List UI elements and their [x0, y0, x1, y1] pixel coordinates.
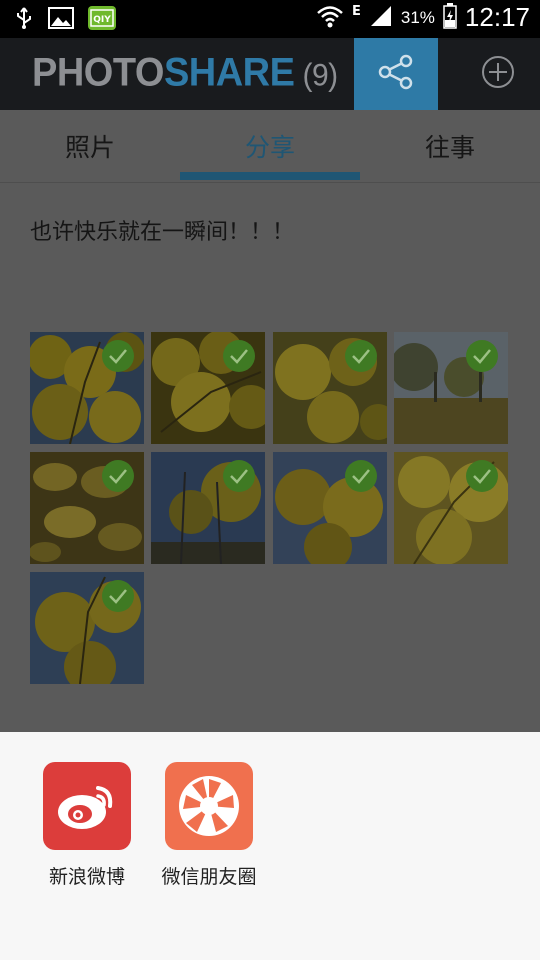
- battery-icon: [443, 2, 457, 33]
- svg-text:QIY: QIY: [93, 15, 111, 25]
- add-button[interactable]: [470, 38, 526, 110]
- photo-thumb[interactable]: [30, 572, 144, 684]
- check-icon: [102, 460, 134, 492]
- share-moments-label: 微信朋友圈: [161, 866, 257, 888]
- share-weibo-button[interactable]: 新浪微博: [32, 762, 142, 889]
- weibo-icon: [43, 762, 131, 850]
- photo-thumb[interactable]: [151, 332, 265, 444]
- tab-bar: 照片 分享 往事: [0, 110, 540, 183]
- aperture-icon: [165, 762, 253, 850]
- usb-icon: [14, 6, 34, 34]
- check-icon: [102, 580, 134, 612]
- gallery-icon: [48, 7, 74, 33]
- photo-thumb[interactable]: [151, 452, 265, 564]
- wifi-icon: [316, 4, 344, 32]
- photo-thumb[interactable]: [394, 332, 508, 444]
- check-icon: [466, 460, 498, 492]
- share-weibo-label: 新浪微博: [48, 866, 125, 888]
- share-caption: 也许快乐就在一瞬间！！！: [30, 220, 295, 245]
- photo-thumb[interactable]: [273, 332, 387, 444]
- photo-thumb[interactable]: [30, 452, 144, 564]
- photo-thumb[interactable]: [394, 452, 508, 564]
- iqiyi-icon: QIY: [88, 6, 116, 34]
- status-bar: QIY E 31% 12:17: [0, 0, 540, 38]
- check-icon: [466, 340, 498, 372]
- photo-count: (9): [302, 58, 338, 93]
- tab-photos[interactable]: 照片: [0, 110, 180, 182]
- main-content: 照片 分享 往事 也许快乐就在一瞬间！！！: [0, 110, 540, 732]
- add-icon: [480, 54, 516, 94]
- tab-indicator: [180, 172, 360, 180]
- share-button[interactable]: [354, 38, 438, 110]
- app-bar: PHOTOSHARE (9): [0, 38, 540, 110]
- share-sheet: 新浪微博 微信朋友圈: [0, 732, 540, 960]
- check-icon: [223, 340, 255, 372]
- tab-memories[interactable]: 往事: [360, 110, 540, 182]
- check-icon: [345, 340, 377, 372]
- network-type: E: [352, 4, 361, 19]
- check-icon: [345, 460, 377, 492]
- clock: 12:17: [464, 2, 530, 32]
- share-moments-button[interactable]: 微信朋友圈: [154, 762, 264, 889]
- check-icon: [223, 460, 255, 492]
- photo-thumb[interactable]: [273, 452, 387, 564]
- check-icon: [102, 340, 134, 372]
- battery-percent: 31%: [400, 7, 435, 27]
- photo-thumb[interactable]: [30, 332, 144, 444]
- signal-icon: [369, 4, 393, 32]
- share-icon: [376, 52, 416, 96]
- app-logo: PHOTOSHARE (9): [32, 50, 338, 96]
